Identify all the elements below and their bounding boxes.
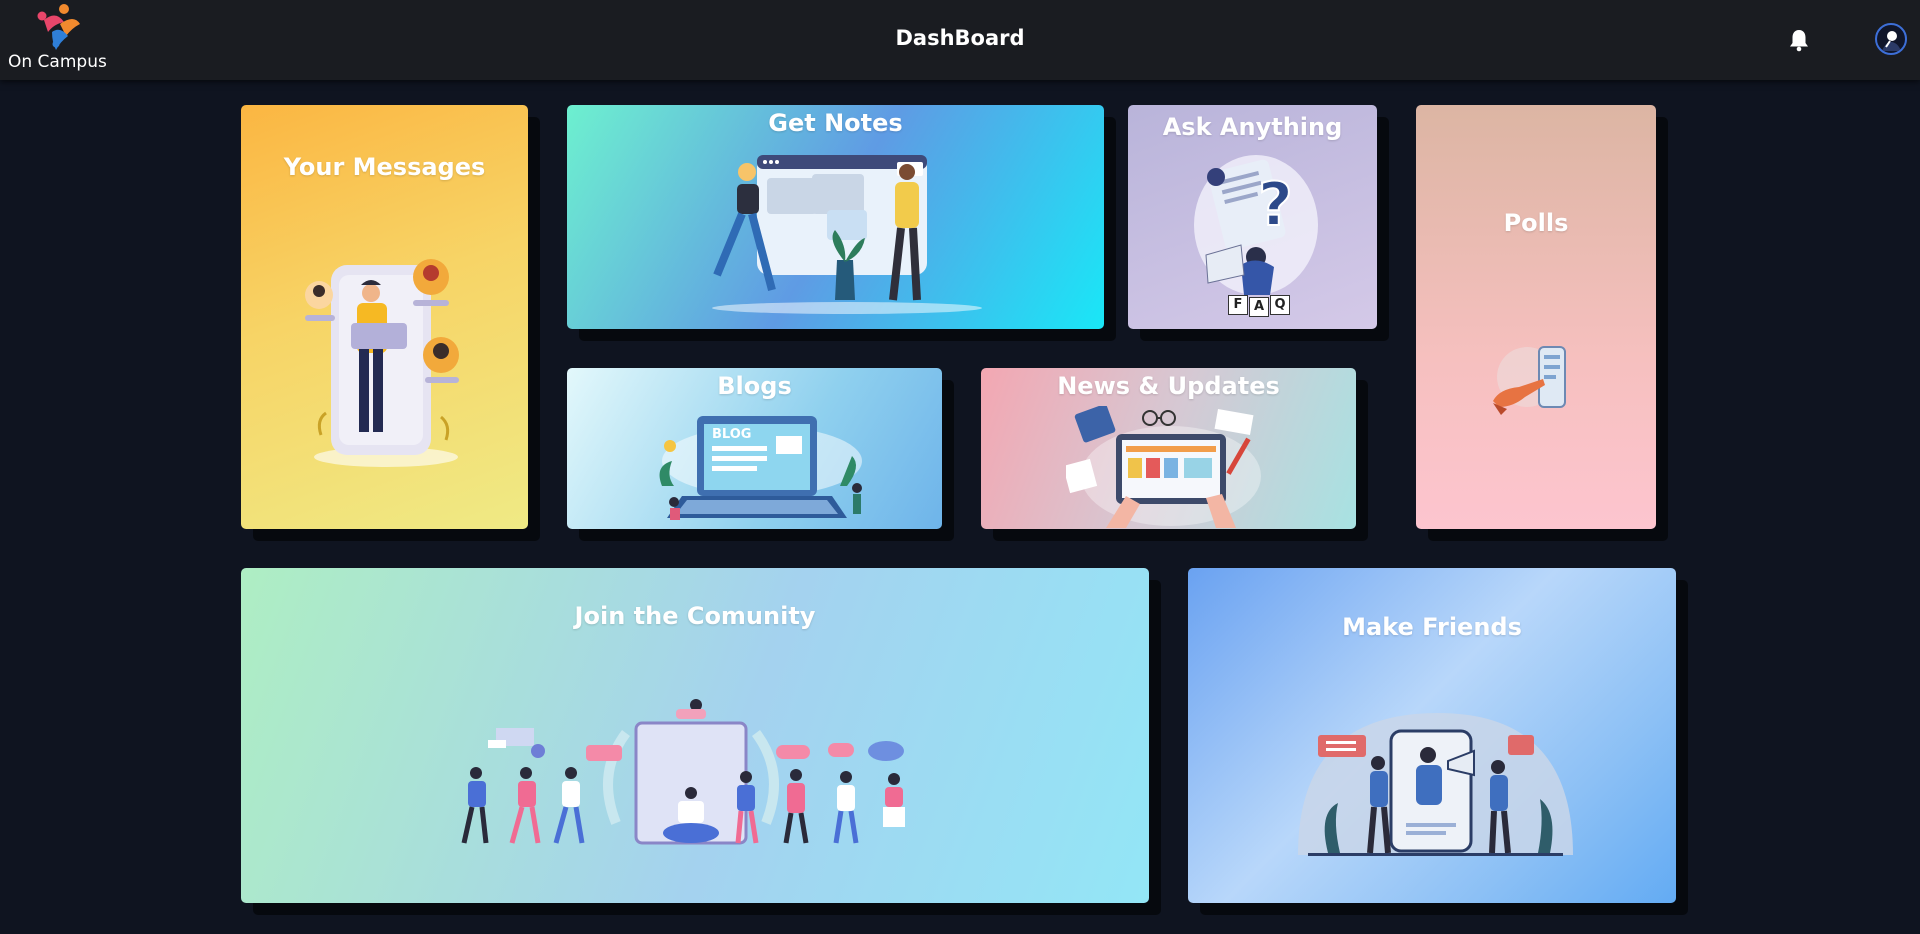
messaging-illustration (305, 259, 459, 467)
faq-letter: Q (1270, 295, 1290, 315)
card-title: Blogs (717, 372, 792, 400)
card-ask-anything[interactable]: Ask Anything ? F A Q (1128, 105, 1377, 329)
card-news-updates[interactable]: News & Updates (981, 368, 1356, 529)
card-get-notes[interactable]: Get Notes (567, 105, 1104, 329)
top-navigation-bar: On Campus DashBoard (0, 0, 1920, 80)
faq-letter: F (1228, 295, 1248, 315)
card-title: Your Messages (283, 153, 486, 181)
community-illustration (461, 699, 905, 845)
blog-screen-label: BLOG (712, 427, 751, 442)
blog-illustration: BLOG (659, 416, 862, 520)
card-your-messages[interactable]: Your Messages (241, 105, 528, 529)
user-avatar-icon (1882, 31, 1901, 51)
polls-illustration (1493, 346, 1566, 415)
brand-name: On Campus (8, 52, 107, 72)
faq-letter-blocks: F A Q (1228, 295, 1290, 317)
card-join-community[interactable]: Join the Comunity (241, 568, 1149, 903)
svg-text:?: ? (1258, 170, 1293, 240)
faq-illustration: ? (1194, 155, 1318, 295)
profile-button[interactable] (1875, 23, 1907, 55)
card-polls[interactable]: Polls (1416, 105, 1656, 529)
card-make-friends[interactable]: Make Friends (1188, 568, 1676, 903)
card-title: Join the Comunity (574, 602, 816, 630)
notifications-button[interactable] (1788, 28, 1810, 52)
card-title: Ask Anything (1162, 113, 1343, 141)
card-title: Get Notes (768, 109, 903, 137)
card-title: Make Friends (1342, 613, 1522, 641)
card-blogs[interactable]: Blogs BLOG (567, 368, 942, 529)
notes-illustration (712, 155, 982, 314)
page-title: DashBoard (895, 26, 1025, 50)
friends-illustration (1298, 713, 1573, 856)
card-title: News & Updates (1057, 372, 1280, 400)
card-title: Polls (1503, 209, 1569, 237)
faq-letter: A (1249, 297, 1269, 317)
bell-icon (1790, 30, 1808, 52)
news-illustration (1066, 406, 1261, 528)
